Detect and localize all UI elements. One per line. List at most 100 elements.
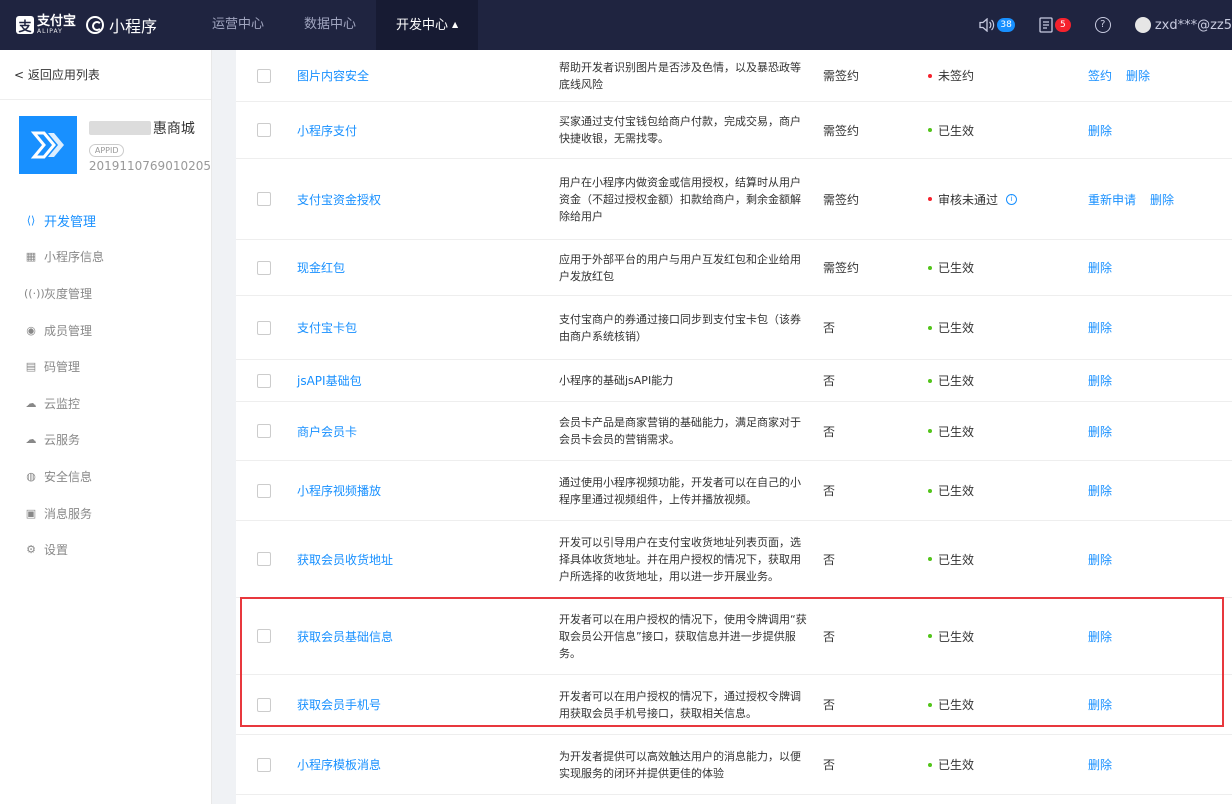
sidebar-item-cloud-monitor[interactable]: ☁ 云监控 bbox=[0, 385, 211, 422]
info-icon[interactable]: i bbox=[1006, 193, 1018, 205]
row-checkbox[interactable] bbox=[257, 192, 271, 206]
status-badge: 已生效 bbox=[928, 551, 974, 568]
delete-button[interactable]: 删除 bbox=[1088, 372, 1112, 389]
status-badge: 已生效 bbox=[928, 319, 974, 336]
delete-button[interactable]: 删除 bbox=[1088, 259, 1112, 276]
capability-name-link[interactable]: jsAPI基础包 bbox=[297, 372, 362, 389]
notifications-badge: 38 bbox=[997, 18, 1015, 32]
sidebar-item-members[interactable]: ◉ 成员管理 bbox=[0, 312, 211, 349]
capability-name-link[interactable]: 小程序模板消息 bbox=[297, 756, 381, 773]
cloud-service-icon: ☁ bbox=[25, 433, 37, 447]
tab-data[interactable]: 数据中心 bbox=[284, 0, 376, 50]
row-checkbox[interactable] bbox=[257, 123, 271, 137]
notifications-button[interactable]: 38 bbox=[979, 18, 1015, 32]
table-row: 小程序支付 买家通过支付宝钱包给商户付款，完成交易，商户快捷收银，无需找零。 需… bbox=[236, 102, 1232, 159]
delete-button[interactable]: 删除 bbox=[1088, 756, 1112, 773]
messages-badge: 5 bbox=[1054, 18, 1071, 32]
capability-description: 开发者可以在用户授权的情况下，通过授权令牌调用获取会员手机号接口，获取相关信息。 bbox=[559, 689, 801, 720]
back-to-app-list-link[interactable]: < 返回应用列表 bbox=[0, 50, 211, 100]
capability-description: 帮助开发者识别图片是否涉及色情，以及暴恐政等底线风险 bbox=[559, 60, 801, 91]
delete-button[interactable]: 删除 bbox=[1088, 696, 1112, 713]
sidebar-item-gray-release[interactable]: ((·)) 灰度管理 bbox=[0, 275, 211, 312]
status-badge: 已生效 bbox=[928, 628, 974, 645]
top-nav-bar: 支 支付宝 ALIPAY 小程序 运营中心 数据中心 开发中心▲ 38 5 ? bbox=[0, 0, 1232, 50]
alipay-logo: 支 支付宝 ALIPAY bbox=[16, 15, 76, 35]
delete-button[interactable]: 删除 bbox=[1088, 482, 1112, 499]
sidebar-item-app-info[interactable]: ▦ 小程序信息 bbox=[0, 239, 211, 276]
reapply-button[interactable]: 重新申请 bbox=[1088, 191, 1136, 208]
row-checkbox[interactable] bbox=[257, 757, 271, 772]
sidebar-item-message-service[interactable]: ▣ 消息服务 bbox=[0, 495, 211, 532]
delete-button[interactable]: 删除 bbox=[1088, 551, 1112, 568]
alipay-logo-icon: 支 bbox=[16, 16, 34, 35]
miniprogram-logo: 小程序 bbox=[86, 13, 157, 37]
table-row: 小程序模板消息 为开发者提供可以高效触达用户的消息能力，以便实现服务的闭环并提供… bbox=[236, 735, 1232, 795]
user-menu[interactable]: zxd***@zz5 bbox=[1134, 17, 1232, 33]
status-badge: 审核未通过 i bbox=[928, 191, 1018, 208]
capability-description: 为开发者提供可以高效触达用户的消息能力，以便实现服务的闭环并提供更佳的体验 bbox=[559, 749, 801, 780]
signing-required: 否 bbox=[823, 374, 836, 388]
signing-required: 否 bbox=[823, 629, 836, 644]
delete-button[interactable]: 删除 bbox=[1088, 423, 1112, 440]
row-checkbox[interactable] bbox=[257, 68, 271, 83]
delete-button[interactable]: 删除 bbox=[1088, 628, 1112, 645]
app-id: 2019110769010205 bbox=[88, 159, 211, 173]
sign-button[interactable]: 签约 bbox=[1088, 67, 1112, 84]
row-checkbox[interactable] bbox=[257, 424, 271, 438]
sidebar-item-cloud-service[interactable]: ☁ 云服务 bbox=[0, 422, 211, 459]
table-row: 获取会员收货地址 开发可以引导用户在支付宝收货地址列表页面，选择具体收货地址。并… bbox=[236, 521, 1232, 598]
tab-operations[interactable]: 运营中心 bbox=[192, 0, 284, 50]
delete-button[interactable]: 删除 bbox=[1088, 122, 1112, 139]
capability-name-link[interactable]: 获取会员手机号 bbox=[297, 696, 381, 713]
grid-icon: ▦ bbox=[25, 250, 37, 264]
row-checkbox[interactable] bbox=[257, 552, 271, 566]
capability-name-link[interactable]: 图片内容安全 bbox=[297, 67, 369, 84]
capability-description: 开发者可以在用户授权的情况下，使用令牌调用“获取会员公开信息”接口，获取信息并进… bbox=[559, 612, 807, 660]
status-dot bbox=[928, 429, 932, 433]
status-dot bbox=[928, 73, 932, 78]
capability-name-link[interactable]: 获取会员收货地址 bbox=[297, 551, 393, 568]
row-checkbox[interactable] bbox=[257, 373, 271, 388]
row-checkbox[interactable] bbox=[257, 629, 271, 643]
message-icon: ▣ bbox=[25, 506, 37, 520]
sidebar-item-settings[interactable]: ⚙ 设置 bbox=[0, 531, 211, 568]
capability-name-link[interactable]: 支付宝卡包 bbox=[297, 319, 357, 336]
row-checkbox[interactable] bbox=[257, 260, 271, 275]
capability-name-link[interactable]: 商户会员卡 bbox=[297, 423, 357, 440]
status-dot bbox=[928, 128, 932, 132]
miniprogram-logo-icon bbox=[86, 16, 105, 34]
capability-name-link[interactable]: 小程序支付 bbox=[297, 122, 357, 139]
brand[interactable]: 支 支付宝 ALIPAY 小程序 bbox=[0, 13, 190, 37]
avatar bbox=[1134, 17, 1151, 33]
sidebar-item-code-management[interactable]: ▤ 码管理 bbox=[0, 348, 211, 385]
capability-name-link[interactable]: 小程序视频播放 bbox=[297, 482, 381, 499]
tab-development[interactable]: 开发中心 ▲ bbox=[376, 0, 479, 50]
sidebar-item-dev-management[interactable]: ⟨⟩ 开发管理 bbox=[0, 202, 211, 239]
capability-name-link[interactable]: 支付宝资金授权 bbox=[297, 191, 381, 208]
signing-required: 否 bbox=[823, 321, 836, 335]
capability-name-link[interactable]: 现金红包 bbox=[297, 259, 345, 276]
sidebar-item-security[interactable]: ◍ 安全信息 bbox=[0, 458, 211, 495]
appid-tag: APPID bbox=[88, 144, 125, 157]
status-dot bbox=[928, 265, 932, 270]
alipay-logo-cn: 支付宝 bbox=[37, 14, 77, 29]
delete-button[interactable]: 删除 bbox=[1088, 319, 1112, 336]
status-badge: 已生效 bbox=[928, 696, 974, 713]
nav-right: 38 5 ? zxd***@zz5 bbox=[979, 0, 1232, 50]
status-badge: 已生效 bbox=[928, 756, 974, 773]
status-dot bbox=[928, 702, 932, 707]
row-checkbox[interactable] bbox=[257, 697, 271, 712]
row-checkbox[interactable] bbox=[257, 320, 271, 335]
status-dot bbox=[928, 378, 932, 383]
row-checkbox[interactable] bbox=[257, 483, 271, 498]
capability-description: 会员卡产品是商家营销的基础能力，满足商家对于会员卡会员的营销需求。 bbox=[559, 416, 801, 446]
help-button[interactable]: ? bbox=[1094, 17, 1111, 33]
help-icon: ? bbox=[1094, 17, 1111, 33]
capability-name-link[interactable]: 获取会员基础信息 bbox=[297, 628, 393, 645]
status-dot bbox=[928, 488, 932, 493]
delete-button[interactable]: 删除 bbox=[1150, 191, 1174, 208]
capability-description: 买家通过支付宝钱包给商户付款，完成交易，商户快捷收银，无需找零。 bbox=[559, 115, 801, 145]
messages-button[interactable]: 5 bbox=[1039, 17, 1071, 33]
caret-up-icon: ▲ bbox=[452, 20, 459, 29]
delete-button[interactable]: 删除 bbox=[1126, 67, 1150, 84]
